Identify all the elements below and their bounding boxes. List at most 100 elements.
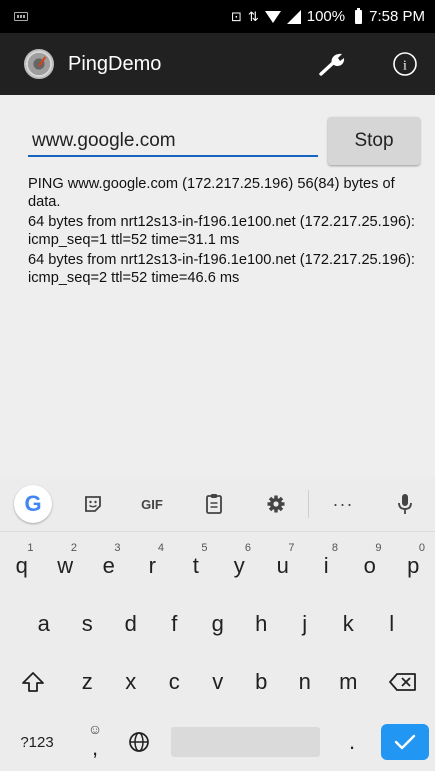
key-s[interactable]: s — [66, 595, 110, 653]
key-row-3: z x c v b n m — [0, 653, 435, 711]
sticker-button[interactable] — [66, 494, 120, 514]
info-glyph: i — [403, 59, 407, 74]
checkmark-icon — [394, 734, 416, 750]
key-label: m — [339, 669, 358, 694]
key-i[interactable]: i8 — [305, 537, 349, 595]
key-c[interactable]: c — [153, 653, 197, 711]
period-key[interactable]: . — [332, 713, 372, 771]
app-logo-icon — [24, 49, 54, 79]
key-label: p — [407, 553, 420, 578]
input-row: Stop — [28, 117, 420, 167]
key-label: t — [192, 553, 199, 578]
key-b[interactable]: b — [240, 653, 284, 711]
key-m[interactable]: m — [327, 653, 371, 711]
wifi-icon — [264, 10, 281, 23]
google-g-icon: G — [14, 485, 52, 523]
key-label: n — [298, 669, 311, 694]
key-label: x — [125, 669, 137, 694]
key-k[interactable]: k — [327, 595, 371, 653]
key-hint: 1 — [27, 542, 34, 554]
key-v[interactable]: v — [196, 653, 240, 711]
key-q[interactable]: q1 — [0, 537, 44, 595]
key-g[interactable]: g — [196, 595, 240, 653]
comma-emoji-key[interactable]: ☺ , — [74, 713, 116, 771]
globe-icon — [129, 732, 149, 752]
symbols-key[interactable]: ?123 — [8, 713, 66, 771]
more-button[interactable]: ··· — [309, 494, 377, 515]
key-l[interactable]: l — [370, 595, 414, 653]
key-row-1: q1 w2 e3 r4 t5 y6 u7 i8 o9 p0 — [0, 537, 435, 595]
space-bar[interactable] — [171, 727, 320, 757]
key-label: q — [15, 553, 28, 578]
sim-icon: ⊡ — [230, 8, 242, 24]
key-f[interactable]: f — [153, 595, 197, 653]
key-u[interactable]: u7 — [261, 537, 305, 595]
key-n[interactable]: n — [283, 653, 327, 711]
clipboard-button[interactable] — [184, 493, 244, 515]
key-label: i — [323, 553, 329, 578]
key-label: k — [342, 611, 354, 636]
key-label: e — [102, 553, 115, 578]
language-key[interactable] — [116, 713, 162, 771]
key-row-4: ?123 ☺ , . — [0, 713, 435, 771]
app-actions: i — [315, 46, 423, 82]
app-bar: PingDemo i — [0, 33, 435, 95]
sticker-icon — [85, 496, 101, 512]
key-hint: 5 — [201, 542, 208, 554]
key-a[interactable]: a — [22, 595, 66, 653]
voice-input-button[interactable] — [377, 493, 433, 515]
period-label: . — [348, 729, 356, 754]
key-label: w — [57, 553, 74, 578]
wrench-icon — [319, 53, 345, 76]
key-o[interactable]: o9 — [348, 537, 392, 595]
key-x[interactable]: x — [109, 653, 153, 711]
key-hint: 0 — [418, 542, 425, 554]
soft-keyboard: G GIF ··· q 1 w 2 e 3 r 4 t 5 y 6 u 7 i … — [0, 477, 435, 771]
status-right: ⊡ ⇅ 100% 7:58 PM — [230, 7, 425, 25]
battery-percent: 100% — [306, 8, 346, 25]
key-label: v — [212, 669, 224, 694]
done-key[interactable] — [381, 724, 429, 760]
gif-button[interactable]: GIF — [120, 497, 184, 512]
google-search-button[interactable]: G — [0, 485, 66, 523]
key-d[interactable]: d — [109, 595, 153, 653]
key-h[interactable]: h — [240, 595, 284, 653]
ping-output-line: 64 bytes from nrt12s13-in-f196.1e100.net… — [28, 214, 415, 248]
comma-label: , — [91, 735, 99, 760]
key-hint: 4 — [157, 542, 164, 554]
host-input[interactable] — [28, 127, 318, 157]
key-e[interactable]: e3 — [87, 537, 131, 595]
stop-button[interactable]: Stop — [328, 117, 420, 165]
info-icon: i — [393, 52, 417, 76]
screen: ⊡ ⇅ 100% 7:58 PM PingDemo i www.google.c… — [0, 0, 435, 771]
key-label: c — [168, 669, 180, 694]
key-z[interactable]: z — [66, 653, 110, 711]
key-label: z — [81, 669, 93, 694]
key-hint: 3 — [114, 542, 121, 554]
key-t[interactable]: t5 — [174, 537, 218, 595]
key-w[interactable]: w2 — [44, 537, 88, 595]
key-label: r — [148, 553, 156, 578]
key-label: o — [363, 553, 376, 578]
info-button[interactable]: i — [387, 46, 423, 82]
app-title: PingDemo — [68, 52, 162, 75]
key-label: l — [389, 611, 395, 636]
ping-output-line: PING www.google.com (172.217.25.196) 56(… — [28, 176, 395, 210]
backspace-key[interactable] — [370, 653, 435, 711]
key-label: j — [302, 611, 308, 636]
key-label: y — [233, 553, 245, 578]
ping-output: PING www.google.com (172.217.25.196) 56(… — [28, 176, 428, 290]
key-hint: 6 — [244, 542, 251, 554]
shift-key[interactable] — [0, 653, 65, 711]
settings-button[interactable] — [315, 46, 351, 82]
status-bar: ⊡ ⇅ 100% 7:58 PM — [0, 0, 435, 33]
key-label: u — [276, 553, 289, 578]
key-hint: 7 — [288, 542, 295, 554]
key-p[interactable]: p0 — [392, 537, 435, 595]
symbols-label: ?123 — [20, 733, 54, 751]
key-j[interactable]: j — [283, 595, 327, 653]
key-label: g — [211, 611, 224, 636]
key-r[interactable]: r4 — [131, 537, 175, 595]
key-y[interactable]: y6 — [218, 537, 262, 595]
keyboard-settings-button[interactable] — [244, 494, 308, 514]
